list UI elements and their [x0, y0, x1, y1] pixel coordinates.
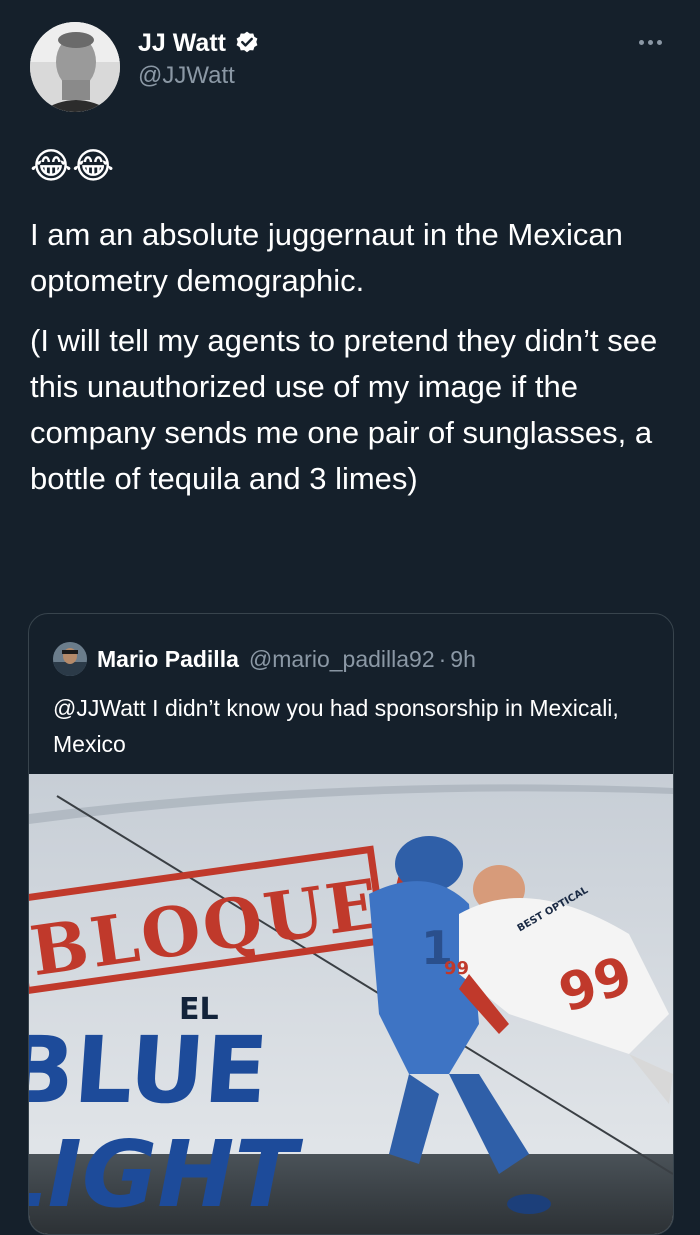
tweet-body: I am an absolute juggernaut in the Mexic…: [30, 212, 680, 516]
tweet-paragraph-1: I am an absolute juggernaut in the Mexic…: [30, 217, 623, 298]
quoted-tweet-card[interactable]: Mario Padilla @mario_padilla92 · 9h @JJW…: [28, 613, 674, 1235]
more-options-icon[interactable]: [630, 32, 670, 52]
quoted-author-avatar-image: [53, 642, 87, 676]
tweet-detail-page: JJ Watt @JJWatt 😂😂 I am an absolute jugg…: [0, 0, 700, 1235]
blue-text: BLUE: [29, 1017, 271, 1124]
quoted-tweet-image[interactable]: BLOQUEA EL BLUE LIGHT 1 99: [29, 774, 673, 1234]
quoted-display-name[interactable]: Mario Padilla: [97, 646, 239, 673]
quoted-handle[interactable]: @mario_padilla92: [249, 646, 435, 673]
quoted-mention-link[interactable]: @JJWatt: [53, 695, 146, 721]
more-dot: [647, 39, 653, 45]
quoted-author-avatar[interactable]: [53, 642, 87, 676]
more-dot: [656, 39, 662, 45]
quoted-tweet-body: @JJWatt I didn’t know you had sponsorshi…: [53, 690, 653, 762]
author-avatar-image: [30, 22, 120, 112]
light-text: LIGHT: [29, 1121, 303, 1228]
tweet-emoji: 😂😂: [30, 146, 115, 187]
sleeve-number: 99: [444, 958, 469, 979]
author-display-name[interactable]: JJ Watt: [138, 29, 226, 58]
author-avatar[interactable]: [30, 22, 120, 112]
author-name-row: JJ Watt: [138, 26, 260, 60]
quoted-timestamp[interactable]: 9h: [450, 646, 476, 673]
tweet-paragraph-2: (I will tell my agents to pretend they d…: [30, 323, 658, 496]
author-info: JJ Watt @JJWatt: [138, 26, 260, 90]
billboard-photo: BLOQUEA EL BLUE LIGHT 1 99: [29, 774, 673, 1234]
more-dot: [638, 39, 644, 45]
quoted-tweet-header: Mario Padilla @mario_padilla92 · 9h: [53, 642, 476, 676]
verified-badge-icon: [234, 30, 260, 56]
quoted-separator: ·: [438, 645, 447, 672]
tweet-header: JJ Watt @JJWatt: [30, 22, 670, 112]
author-handle[interactable]: @JJWatt: [138, 62, 260, 90]
